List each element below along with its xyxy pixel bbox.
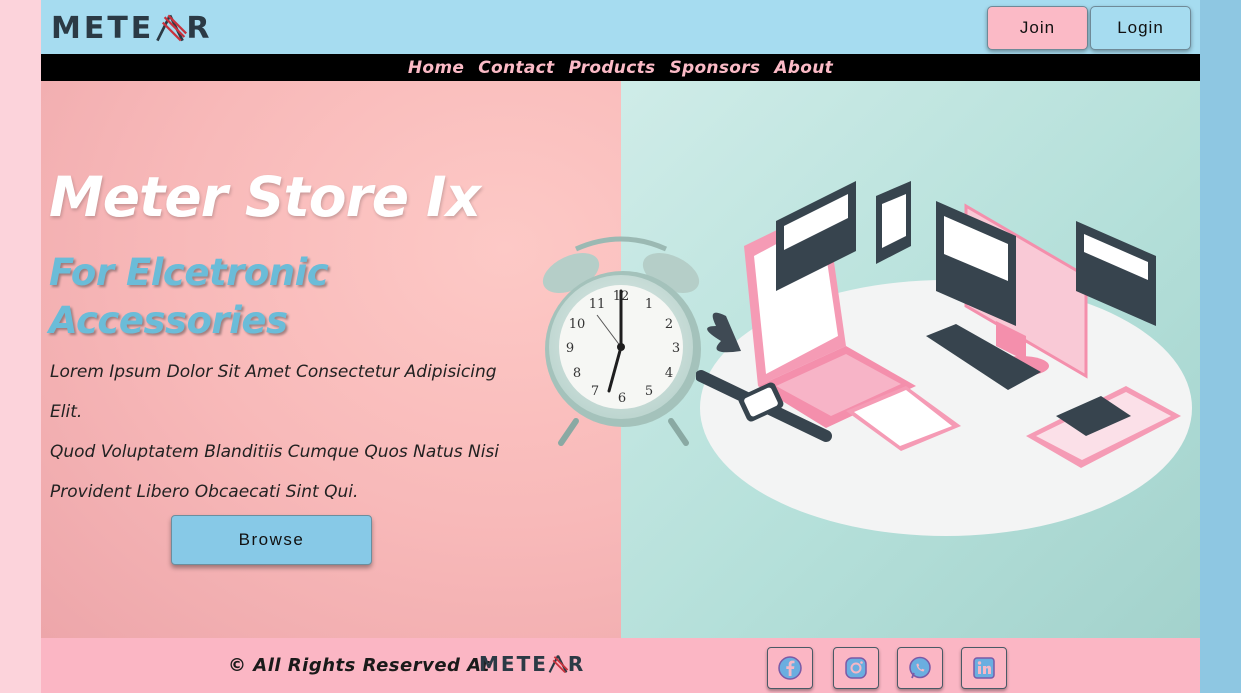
footer-logo-text-left: METE [479,652,548,676]
svg-text:11: 11 [589,297,606,312]
description-line: Quod Voluptatem Blanditiis Cumque Quos N… [50,442,500,462]
login-button[interactable]: Login [1090,6,1191,50]
svg-text:3: 3 [672,341,680,356]
svg-text:8: 8 [573,366,581,381]
hero-title: Meter Store Ix [49,165,481,229]
alarm-clock-illustration: 12 1 2 3 4 5 6 7 8 9 10 11 [542,236,701,446]
whatsapp-icon [909,656,931,679]
svg-text:10: 10 [569,317,586,332]
logo[interactable]: METE R [51,8,212,48]
nav-about[interactable]: About [774,58,833,78]
linkedin-button[interactable] [961,647,1007,689]
footer-logo[interactable]: METE R [479,652,585,676]
facebook-button[interactable] [767,647,813,689]
hero-subtitle: For Elcetronic Accessories [49,251,329,342]
footer: © All Rights Reserved At METE R [41,638,1200,693]
logo-mark-icon [156,14,188,42]
whatsapp-button[interactable] [897,647,943,689]
instagram-icon [845,657,867,679]
browse-button[interactable]: Browse [171,515,372,565]
svg-text:2: 2 [665,317,673,332]
nav-home[interactable]: Home [408,58,464,78]
svg-text:9: 9 [566,341,574,356]
hero-description: Lorem Ipsum Dolor Sit Amet Consectetur A… [50,352,530,512]
svg-text:4: 4 [665,366,673,381]
svg-text:6: 6 [618,391,626,406]
hero-section: 12 1 2 3 4 5 6 7 8 9 10 11 [41,81,1200,638]
main-nav: Home Contact Products Sponsors About [41,54,1200,81]
logo-mark-icon [548,655,569,674]
nav-sponsors[interactable]: Sponsors [669,58,760,78]
logo-text-right: R [186,10,213,46]
description-line: Lorem Ipsum Dolor Sit Amet Consectetur A… [50,362,497,422]
logo-text-left: METE [51,10,155,46]
instagram-button[interactable] [833,647,879,689]
header: METE R Join Login [41,0,1200,54]
electronics-illustration [696,181,1192,536]
nav-contact[interactable]: Contact [478,58,554,78]
footer-logo-text-right: R [567,652,586,676]
page: METE R Join Login Home Contact Products … [41,0,1200,693]
nav-products[interactable]: Products [568,58,655,78]
linkedin-icon [973,657,995,679]
description-line: Provident Libero Obcaecati Sint Qui. [50,482,359,502]
svg-text:7: 7 [591,384,599,399]
svg-text:1: 1 [645,297,653,312]
svg-text:5: 5 [645,384,653,399]
copyright-text: © All Rights Reserved At [228,655,490,676]
join-button[interactable]: Join [987,6,1088,50]
facebook-icon [778,656,802,680]
